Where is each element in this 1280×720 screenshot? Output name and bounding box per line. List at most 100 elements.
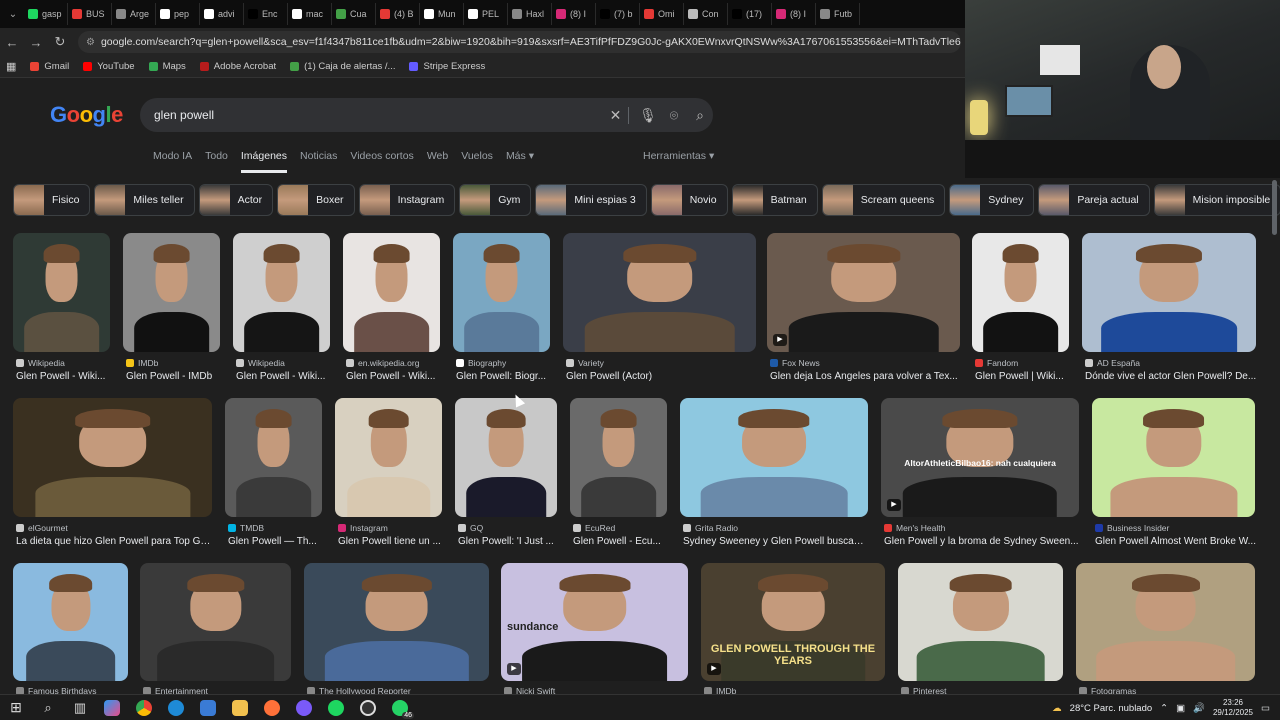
file-explorer-icon[interactable]	[224, 695, 256, 720]
bookmark-item[interactable]: Adobe Acrobat	[199, 61, 276, 72]
bookmark-item[interactable]: Gmail	[30, 61, 69, 72]
tab-3[interactable]: Noticias	[300, 150, 337, 173]
browser-tab[interactable]: mac	[288, 3, 332, 25]
result-caption[interactable]: Glen Powell - Wiki...	[346, 371, 441, 382]
result-source[interactable]: Grita Radio	[683, 523, 869, 533]
chevron-up-icon[interactable]: ⌃	[1160, 703, 1168, 714]
weather-icon[interactable]: ☁	[1052, 703, 1062, 714]
result-caption[interactable]: La dieta que hizo Glen Powell para Top G…	[16, 536, 213, 547]
result-caption[interactable]: Glen Powell - IMDb	[126, 371, 221, 382]
discord-icon[interactable]	[288, 695, 320, 720]
related-chip[interactable]: Mision imposible	[1153, 184, 1280, 216]
image-result[interactable]	[13, 563, 128, 681]
result-caption[interactable]: Dónde vive el actor Glen Powell? De...	[1085, 371, 1265, 382]
result-caption[interactable]: Glen Powell: Biogr...	[456, 371, 551, 382]
volume-icon[interactable]: 🔊	[1193, 703, 1205, 714]
camera-lens-icon[interactable]: ⌾	[661, 107, 687, 124]
tools-button[interactable]: Herramientas ▾	[643, 150, 714, 162]
result-source[interactable]: TMDB	[228, 523, 323, 533]
notifications-icon[interactable]: ▭	[1261, 703, 1270, 714]
related-chip[interactable]: Gym	[459, 184, 532, 216]
browser-tab[interactable]: Futb	[816, 3, 860, 25]
image-result[interactable]	[123, 233, 220, 352]
result-source[interactable]: Men's Health	[884, 523, 1080, 533]
microphone-icon[interactable]: 🎙	[635, 107, 661, 124]
related-chip[interactable]: Instagram	[358, 184, 456, 216]
search-input[interactable]: glen powell	[154, 108, 603, 122]
image-result[interactable]	[1082, 233, 1256, 352]
image-result[interactable]: ▶ AltorAthleticBilbao16: nah cualquiera	[881, 398, 1079, 517]
result-caption[interactable]: Glen Powell - Ecu...	[573, 536, 668, 547]
result-source[interactable]: IMDb	[126, 358, 221, 368]
browser-tab[interactable]: pep	[156, 3, 200, 25]
related-chip[interactable]: Miles teller	[94, 184, 195, 216]
related-chip[interactable]: Mini espias 3	[535, 184, 647, 216]
related-chip[interactable]: Scream queens	[821, 184, 946, 216]
image-result[interactable]	[455, 398, 557, 517]
related-chip[interactable]: Batman	[731, 184, 818, 216]
result-caption[interactable]: Glen deja Los Ángeles para volver a Tex.…	[770, 371, 965, 382]
result-caption[interactable]: Glen Powell: 'I Just ...	[458, 536, 558, 547]
image-result[interactable]	[335, 398, 442, 517]
result-source[interactable]: Fox News	[770, 358, 965, 368]
browser-tab[interactable]: (4) B	[376, 3, 420, 25]
result-source[interactable]: Instagram	[338, 523, 443, 533]
reload-icon[interactable]: ↻	[48, 34, 72, 50]
browser-tab[interactable]: (8) I	[552, 3, 596, 25]
browser-tab[interactable]: (7) b	[596, 3, 640, 25]
clock[interactable]: 23:26 29/12/2025	[1213, 698, 1253, 718]
image-result[interactable]: ▶ sundance	[501, 563, 688, 681]
result-caption[interactable]: Glen Powell Almost Went Broke W...	[1095, 536, 1256, 547]
image-result[interactable]: ▶	[767, 233, 960, 352]
clear-icon[interactable]: ✕	[603, 106, 629, 124]
task-view-icon[interactable]: ▥	[64, 695, 96, 720]
result-caption[interactable]: Glen Powell (Actor)	[566, 371, 757, 382]
image-result[interactable]	[570, 398, 667, 517]
result-caption[interactable]: Glen Powell tiene un ...	[338, 536, 443, 547]
scrollbar[interactable]	[1272, 180, 1277, 235]
tab-search-icon[interactable]: ⌄	[4, 5, 22, 23]
network-icon[interactable]: ▣	[1176, 703, 1185, 714]
weather-text[interactable]: 28°C Parc. nublado	[1070, 703, 1153, 714]
result-caption[interactable]: Glen Powell | Wiki...	[975, 371, 1070, 382]
browser-tab[interactable]: gasp	[24, 3, 68, 25]
search-box[interactable]: glen powell ✕ 🎙 ⌾ ⌕	[140, 98, 713, 132]
tab-7[interactable]: Más ▾	[506, 150, 534, 173]
forward-arrow-icon[interactable]: →	[24, 35, 48, 50]
related-chip[interactable]: Sydney	[949, 184, 1035, 216]
related-chip[interactable]: Fisico	[13, 184, 91, 216]
firefox-icon[interactable]	[256, 695, 288, 720]
browser-tab[interactable]: Con	[684, 3, 728, 25]
obs-icon[interactable]	[352, 695, 384, 720]
result-caption[interactable]: Glen Powell y la broma de Sydney Sween..…	[884, 536, 1080, 547]
related-chip[interactable]: Pareja actual	[1038, 184, 1150, 216]
browser-tab[interactable]: Cua	[332, 3, 376, 25]
result-source[interactable]: Wikipedia	[236, 358, 331, 368]
spotify-icon[interactable]	[320, 695, 352, 720]
image-result[interactable]	[140, 563, 291, 681]
related-chip[interactable]: Novio	[650, 184, 728, 216]
result-caption[interactable]: Glen Powell — Th...	[228, 536, 323, 547]
bookmark-item[interactable]: (1) Caja de alertas /...	[290, 61, 395, 72]
result-source[interactable]: AD España	[1085, 358, 1265, 368]
result-source[interactable]: elGourmet	[16, 523, 213, 533]
image-result[interactable]	[233, 233, 330, 352]
result-source[interactable]: Wikipedia	[16, 358, 111, 368]
browser-tab[interactable]: advi	[200, 3, 244, 25]
image-result[interactable]	[343, 233, 440, 352]
result-source[interactable]: Fandom	[975, 358, 1070, 368]
search-taskbar-icon[interactable]: ⌕	[32, 695, 64, 720]
image-result[interactable]	[13, 398, 212, 517]
url-field[interactable]: ⚙ google.com/search?q=glen+powell&sca_es…	[78, 31, 961, 53]
windows-start-icon[interactable]: ⊞	[0, 695, 32, 720]
apps-grid-icon[interactable]: ▦	[6, 60, 16, 73]
image-result[interactable]	[453, 233, 550, 352]
browser-tab[interactable]: Omi	[640, 3, 684, 25]
result-caption[interactable]: Glen Powell - Wiki...	[236, 371, 331, 382]
image-result[interactable]	[225, 398, 322, 517]
browser-tab[interactable]: (17)	[728, 3, 772, 25]
tab-2[interactable]: Imágenes	[240, 150, 288, 173]
browser-tab[interactable]: Haxl	[508, 3, 552, 25]
edge-icon[interactable]	[160, 695, 192, 720]
result-caption[interactable]: Sydney Sweeney y Glen Powell buscan ...	[683, 536, 869, 547]
